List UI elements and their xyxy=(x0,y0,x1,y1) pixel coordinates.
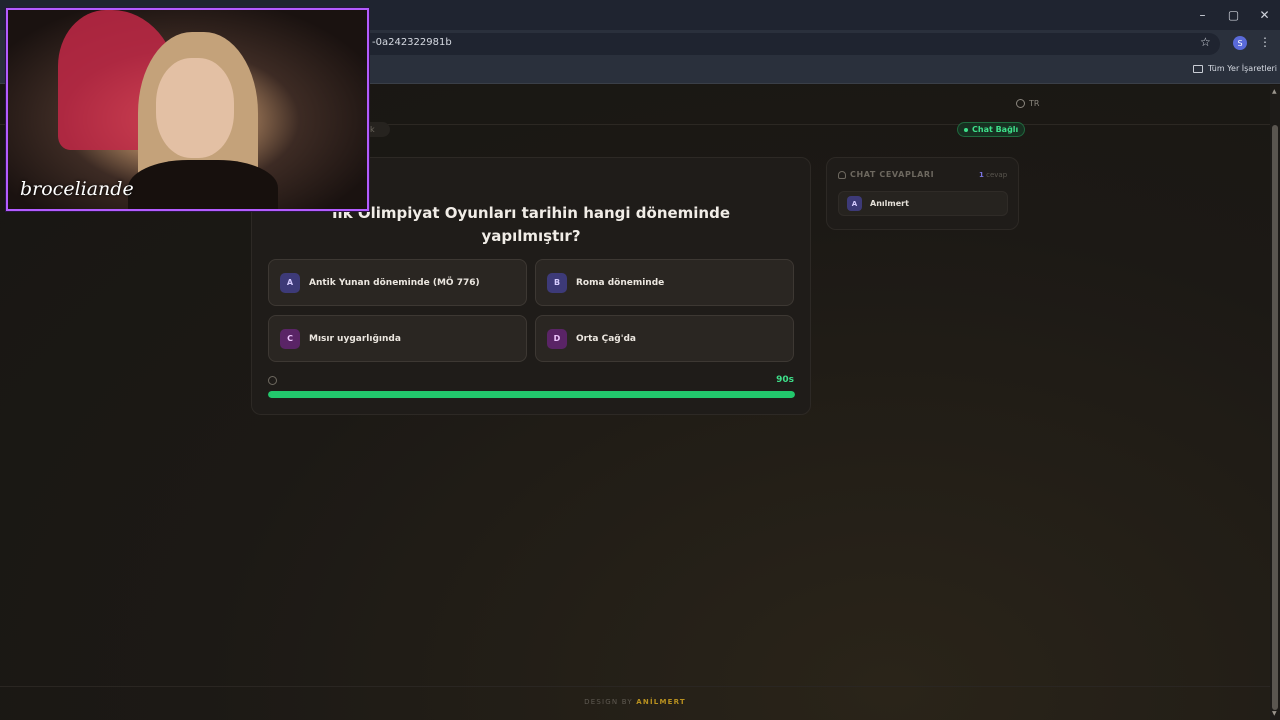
webcam-face xyxy=(156,58,234,158)
folder-icon xyxy=(1193,64,1203,73)
option-letter: C xyxy=(280,328,300,349)
chat-answer-letter: A xyxy=(847,196,862,211)
webcam-overlay: broceliande xyxy=(6,8,369,211)
streamer-watermark: broceliande xyxy=(20,178,134,200)
chat-answers-title-text: CHAT CEVAPLARI xyxy=(850,170,935,179)
profile-avatar[interactable]: S xyxy=(1233,36,1247,50)
status-dot-icon xyxy=(964,127,968,132)
timer-progress-bar xyxy=(268,391,795,398)
scroll-up-icon[interactable]: ▲ xyxy=(1272,88,1277,95)
language-label: TR xyxy=(1029,99,1040,108)
chat-connected-badge: Chat Bağlı xyxy=(957,122,1026,137)
scrollbar-thumb[interactable] xyxy=(1272,125,1278,710)
option-text: Orta Çağ'da xyxy=(576,333,636,344)
close-icon[interactable]: ✕ xyxy=(1249,0,1280,30)
option-text: Roma döneminde xyxy=(576,277,665,288)
question-text: İlk Olimpiyat Oyunları tarihin hangi dön… xyxy=(331,204,731,245)
address-bar[interactable] xyxy=(360,33,1220,55)
window-controls: – ▢ ✕ xyxy=(1187,0,1280,30)
footer-divider xyxy=(0,686,1270,687)
clock-icon xyxy=(268,376,277,385)
bookmark-star-icon[interactable]: ☆ xyxy=(1200,35,1211,49)
option-d[interactable]: D Orta Çağ'da xyxy=(535,315,794,362)
chat-count-suffix: cevap xyxy=(986,171,1008,179)
chat-answer-count: 1 cevap xyxy=(979,171,1007,179)
option-letter: A xyxy=(280,272,300,293)
webcam-clothing xyxy=(128,160,278,209)
option-c[interactable]: C Mısır uygarlığında xyxy=(268,315,527,362)
option-a[interactable]: A Antik Yunan döneminde (MÖ 776) xyxy=(268,259,527,306)
globe-icon xyxy=(1016,99,1025,108)
scroll-down-icon[interactable]: ▼ xyxy=(1272,710,1277,717)
footer-prefix: DESIGN BY xyxy=(584,698,637,706)
browser-menu-icon[interactable]: ⋮ xyxy=(1259,35,1271,49)
chat-count-number: 1 xyxy=(979,171,984,179)
all-bookmarks-label: Tüm Yer İşaretleri xyxy=(1208,64,1278,73)
chat-answers-title: CHAT CEVAPLARI xyxy=(838,170,934,179)
timer-progress-fill xyxy=(268,391,795,398)
option-letter: B xyxy=(547,272,567,293)
option-text: Antik Yunan döneminde (MÖ 776) xyxy=(309,277,480,288)
chat-answer-row: A Anılmert xyxy=(838,191,1008,216)
footer-credit: DESIGN BY ANİLMERT xyxy=(0,698,1270,706)
minimize-icon[interactable]: – xyxy=(1187,0,1218,30)
footer-brand[interactable]: ANİLMERT xyxy=(636,698,686,706)
option-letter: D xyxy=(547,328,567,349)
maximize-icon[interactable]: ▢ xyxy=(1218,0,1249,30)
option-text: Mısır uygarlığında xyxy=(309,333,401,344)
language-switch[interactable]: TR xyxy=(1016,99,1039,108)
chat-status-label: Chat Bağlı xyxy=(972,125,1019,134)
all-bookmarks-button[interactable]: Tüm Yer İşaretleri xyxy=(1193,64,1277,73)
option-b[interactable]: B Roma döneminde xyxy=(535,259,794,306)
users-icon xyxy=(838,170,846,179)
url-text[interactable]: -0a242322981b xyxy=(372,37,452,48)
chat-answer-user: Anılmert xyxy=(870,199,909,208)
timer-label: 90s xyxy=(776,375,794,385)
